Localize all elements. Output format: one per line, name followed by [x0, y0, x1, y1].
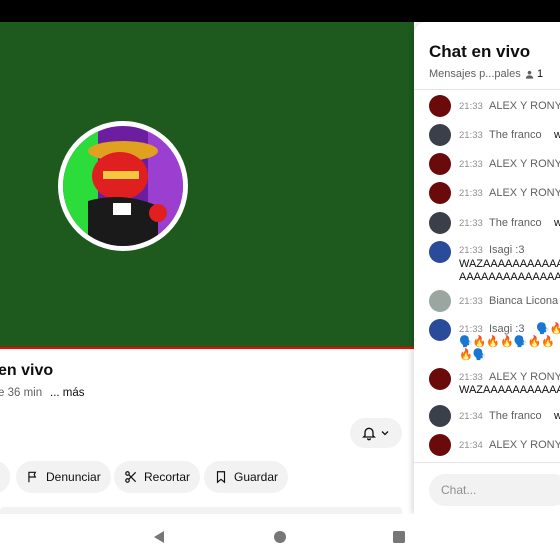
avatar	[429, 290, 451, 312]
message-text: w	[554, 217, 560, 229]
status-bar	[0, 0, 560, 22]
message-time: 21:33	[459, 188, 483, 199]
report-label: Denunciar	[46, 470, 101, 484]
message-author: The franco	[489, 217, 542, 229]
message-text: WAZAAAAAAAAAAAA	[459, 258, 560, 270]
message-text: w	[554, 410, 560, 422]
viewer-count: 1	[524, 68, 543, 80]
avatar	[429, 368, 451, 390]
avatar	[429, 212, 451, 234]
avatar	[429, 95, 451, 117]
chevron-down-icon	[381, 431, 389, 436]
live-chat-panel: Chat en vivo Mensajes p...pales 1 21:33 …	[414, 22, 560, 514]
message-time: 21:34	[459, 440, 483, 451]
report-button[interactable]: Denunciar	[16, 461, 111, 493]
message-author: Bianca Licona	[489, 295, 559, 307]
video-title: en vivo	[0, 362, 54, 379]
person-icon	[525, 70, 534, 79]
message-author: ALEX Y RONY	[489, 371, 560, 383]
clip-button[interactable]: Recortar	[114, 461, 201, 493]
avatar	[429, 405, 451, 427]
message-emoji: 🗣️🔥	[536, 323, 560, 335]
flag-icon	[28, 471, 37, 483]
message-time: 21:34	[459, 411, 483, 422]
message-emoji: 🔥🗣️	[459, 349, 487, 361]
divider	[414, 89, 560, 90]
bookmark-icon	[216, 471, 226, 484]
chat-title: Chat en vivo	[429, 42, 531, 61]
message-author: ALEX Y RONY	[489, 100, 560, 112]
message-text: w	[554, 129, 560, 141]
video-progress-bar[interactable]	[0, 347, 414, 349]
message-time: 21:33	[459, 324, 483, 335]
message-author: ALEX Y RONY	[489, 187, 560, 199]
chat-input[interactable]: Chat...	[429, 474, 560, 506]
notifications-button[interactable]	[350, 418, 402, 448]
message-time: 21:33	[459, 245, 483, 256]
avatar	[429, 434, 451, 456]
message-text: AAAAAAAAAAAAAAA	[459, 271, 560, 283]
message-emoji: 🗣️🔥🔥🔥🗣️🔥🔥	[459, 336, 555, 348]
recents-square-icon	[393, 531, 405, 543]
message-author: Isagi :3	[489, 323, 525, 335]
save-button[interactable]: Guardar	[204, 461, 289, 493]
avatar	[429, 319, 451, 341]
recents-button[interactable]	[392, 530, 406, 549]
message-author: ALEX Y RONY	[489, 158, 560, 170]
chat-mode-selector[interactable]: Mensajes p...pales	[429, 68, 521, 80]
home-button[interactable]	[273, 530, 287, 549]
message-text: WAZAAAAAAAAAAAA	[459, 384, 560, 396]
avatar	[429, 124, 451, 146]
divider	[414, 462, 560, 463]
description-more-link[interactable]: ... más	[50, 387, 85, 399]
back-button[interactable]	[152, 530, 166, 549]
message-author: The franco	[489, 410, 542, 422]
save-label: Guardar	[234, 470, 279, 484]
avatar	[429, 153, 451, 175]
message-author: ALEX Y RONY	[489, 439, 560, 451]
back-triangle-icon	[154, 531, 164, 543]
message-time: 21:33	[459, 159, 483, 170]
message-author: The franco	[489, 129, 542, 141]
message-author: Isagi :3	[489, 244, 525, 256]
message-time: 21:33	[459, 101, 483, 112]
message-time: 21:33	[459, 130, 483, 141]
viewer-count-value: 1	[537, 68, 544, 80]
message-time: 21:33	[459, 296, 483, 307]
home-circle-icon	[274, 531, 286, 543]
clip-label: Recortar	[144, 470, 191, 484]
bell-icon	[362, 427, 376, 441]
message-time: 21:33	[459, 218, 483, 229]
share-button-partial[interactable]	[0, 461, 10, 493]
channel-avatar-artwork	[58, 121, 188, 251]
scissors-icon	[125, 471, 137, 483]
message-time: 21:33	[459, 372, 483, 383]
avatar	[429, 241, 451, 263]
video-meta: e 36 min	[0, 387, 43, 399]
avatar	[429, 182, 451, 204]
